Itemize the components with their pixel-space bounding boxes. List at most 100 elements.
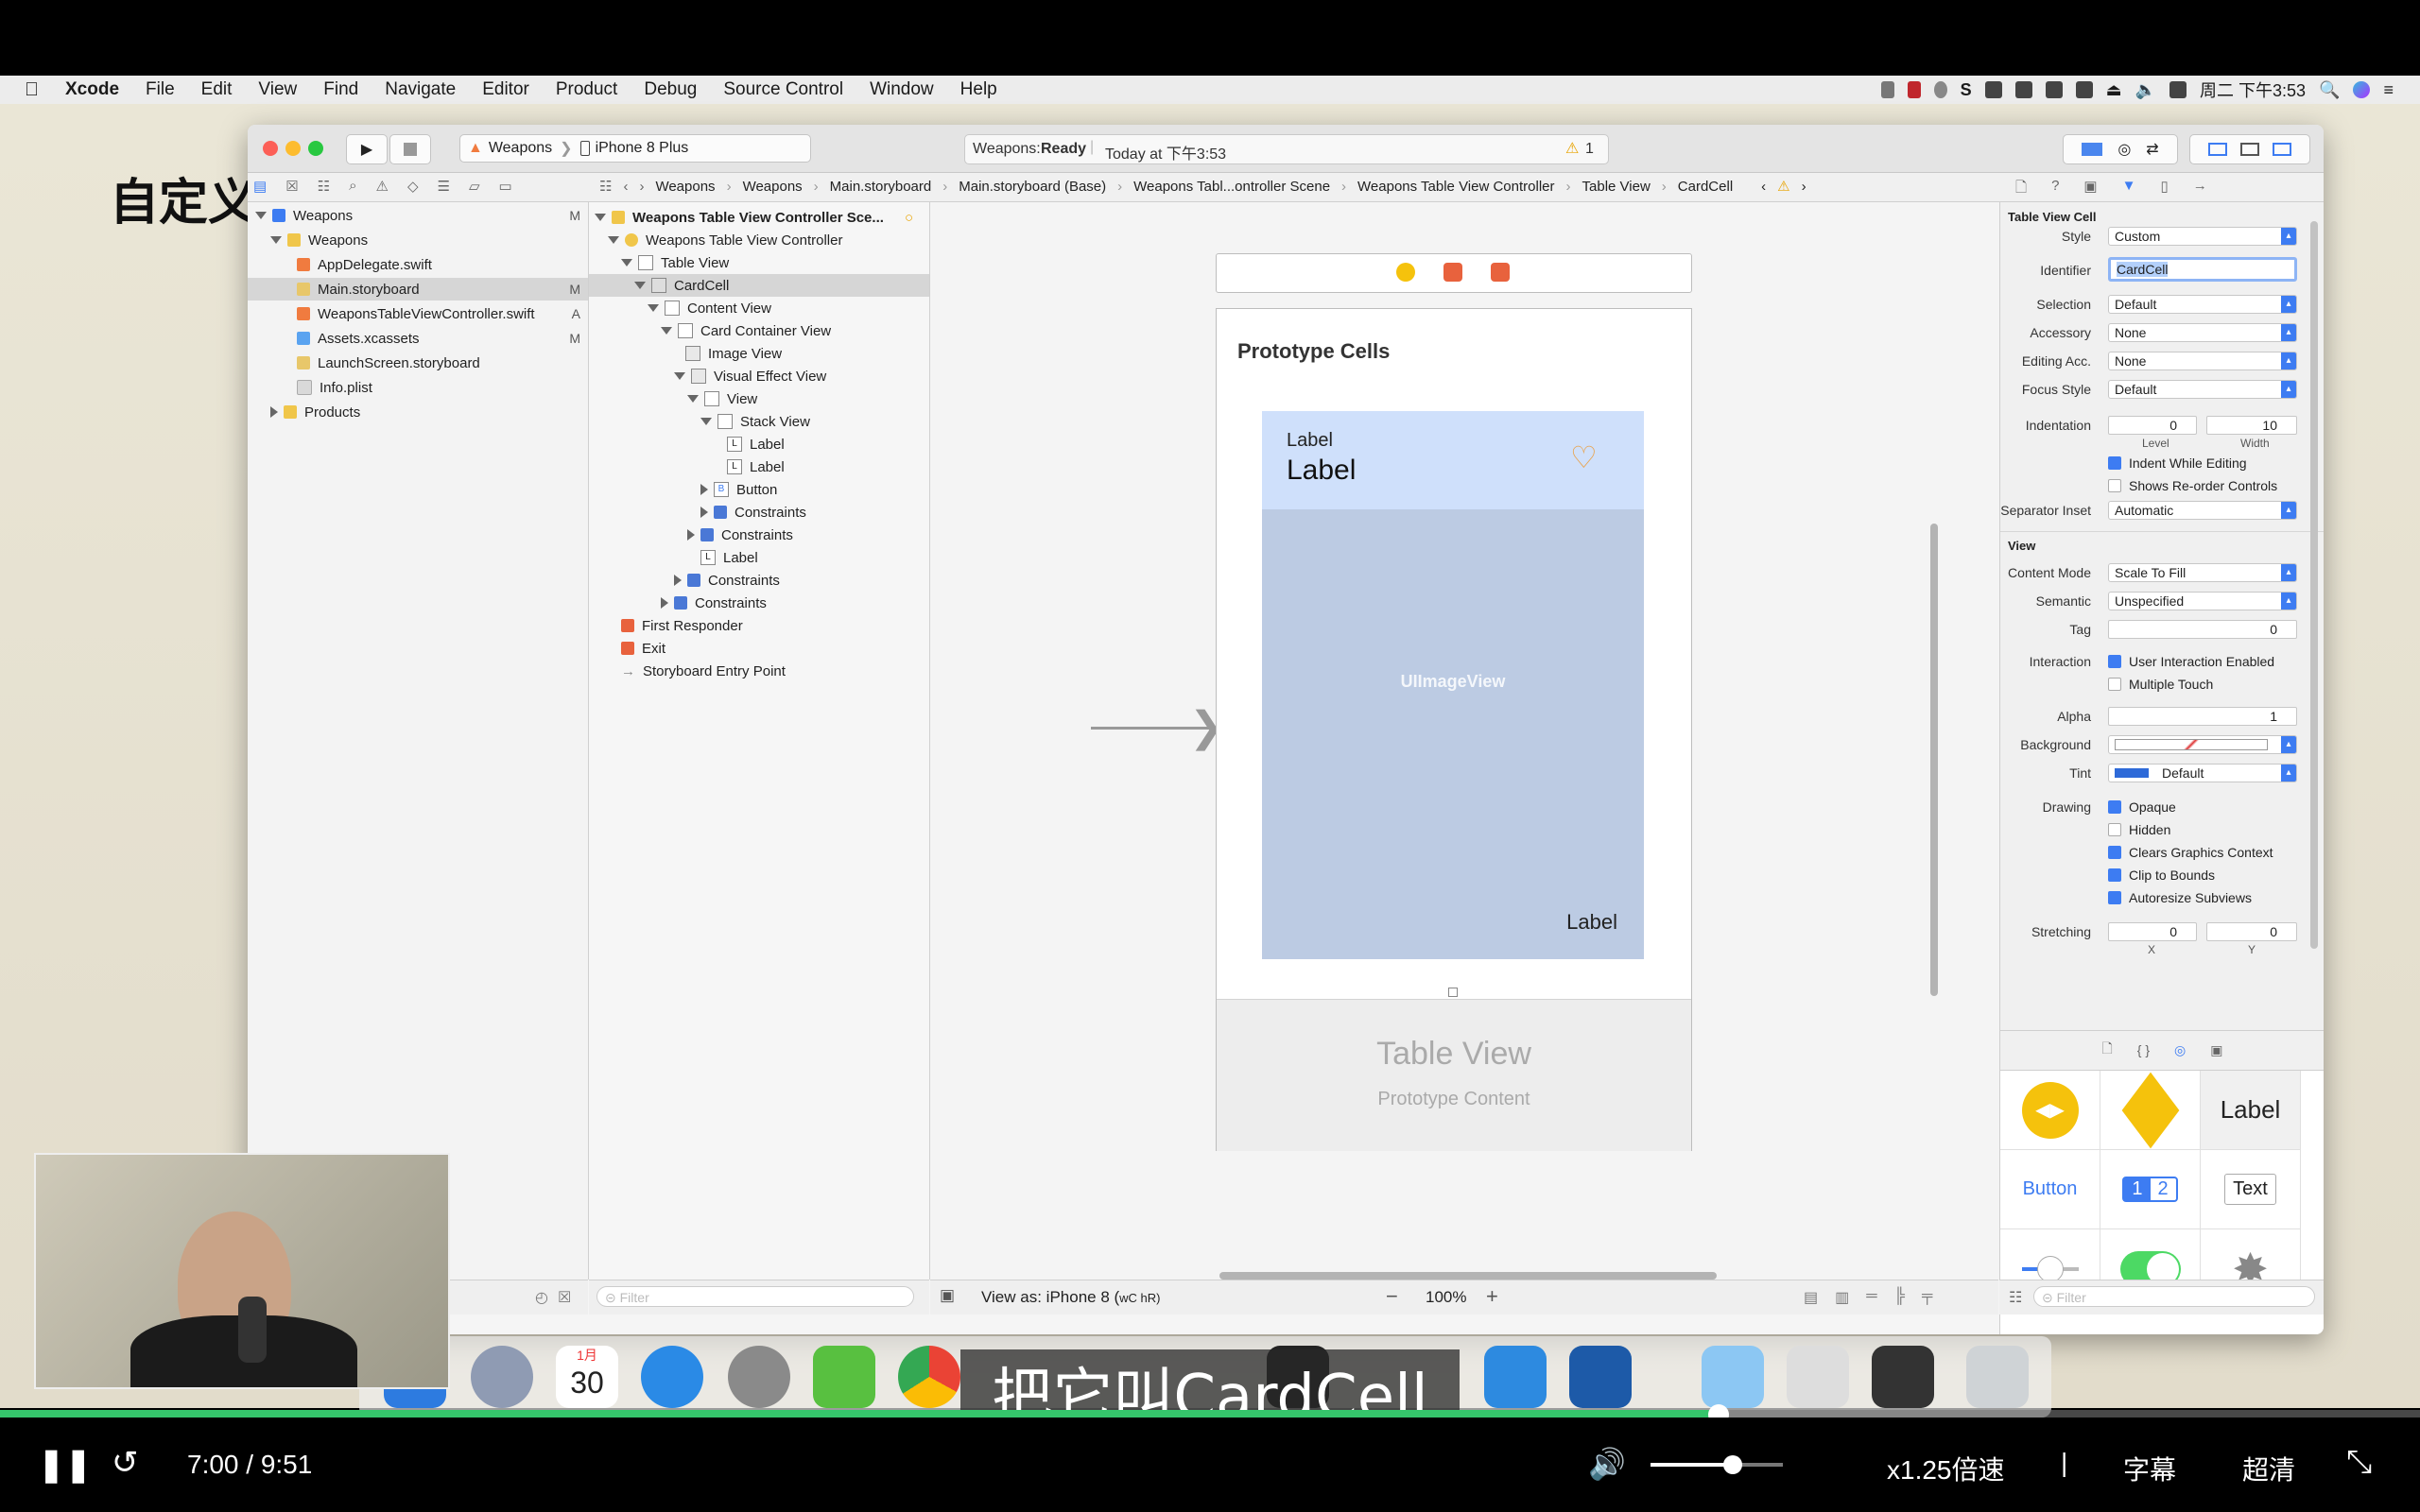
chrome-icon[interactable] [898,1346,960,1408]
menu-view[interactable]: View [258,79,297,100]
safari-icon[interactable] [641,1346,703,1408]
outline-content-view[interactable]: Content View [648,297,771,319]
user-interaction-checkbox[interactable]: User Interaction Enabled [2108,654,2274,669]
outline-constraints[interactable]: Constraints [674,569,780,592]
menu-edit[interactable]: Edit [201,79,233,100]
hidden-checkbox[interactable]: Hidden [2108,822,2170,837]
debug-toggle-icon[interactable] [2240,143,2259,156]
nav-item-group[interactable]: Products [248,401,588,423]
jump-warning-icon[interactable]: ⚠ [1777,178,1789,195]
nav-item-group[interactable]: Weapons [248,229,588,251]
jump-weapons-project[interactable]: Weapons [655,179,715,195]
card-header[interactable]: Label Label ♡ [1262,411,1644,509]
outline-entry-point[interactable]: → Storyboard Entry Point [621,660,786,682]
nav-item-file[interactable]: WeaponsTableViewController.swift A [248,302,588,325]
controller-dock-icon[interactable] [1396,263,1415,282]
toggle-outline-icon[interactable]: ▣ [940,1286,955,1305]
disclosure-icon[interactable] [621,259,632,266]
close-window-icon[interactable] [263,141,278,156]
clip-to-bounds-checkbox[interactable]: Clip to Bounds [2108,868,2215,883]
debug-navigator-icon[interactable]: ☰ [438,178,450,195]
xcode-icon[interactable] [1484,1346,1547,1408]
menu-file[interactable]: File [146,79,175,100]
file-template-icon[interactable]: 🗋 [2102,1039,2113,1061]
disclosure-icon[interactable] [270,236,282,244]
autoresize-subviews-checkbox[interactable]: Autoresize Subviews [2108,890,2252,905]
disclosure-icon[interactable] [661,597,668,609]
outline-button[interactable]: B Button [700,478,777,501]
report-navigator-icon[interactable]: ▭ [499,178,512,195]
eject-icon[interactable]: ⏏ [2106,80,2122,100]
indent-while-editing-checkbox[interactable]: Indent While Editing [2108,455,2247,471]
storyboard-canvas[interactable]: ❯ Prototype Cells Label Label ♡ UIImageV… [930,202,1998,1280]
playback-speed-button[interactable]: x1.25倍速 [1887,1450,2005,1487]
identity-inspector-icon[interactable]: ▣ [2083,178,2097,201]
library-filter-input[interactable]: ⊝ Filter [2033,1286,2315,1307]
alpha-stepper[interactable]: 1 [2108,707,2297,726]
volume-icon[interactable]: 🔊 [1588,1446,1626,1482]
heart-icon[interactable]: ♡ [1570,439,1598,475]
library-media-player[interactable]: ◀▶ [2000,1071,2100,1150]
find-navigator-icon[interactable]: ⌕ [349,178,356,195]
card-subtitle-label[interactable]: Label [1287,430,1333,452]
related-items-icon[interactable]: ☷ [599,178,612,195]
test-navigator-icon[interactable]: ◇ [407,178,419,195]
jump-table-view[interactable]: Table View [1582,179,1651,195]
disclosure-icon[interactable] [595,214,606,221]
menu-product[interactable]: Product [556,79,617,100]
pause-icon[interactable]: ❚❚ [38,1446,92,1484]
scheme-selector[interactable]: ▲ Weapons ❯ iPhone 8 Plus [459,134,811,163]
siri-icon[interactable] [2353,81,2371,98]
menu-find[interactable]: Find [323,79,358,100]
outline-table-view[interactable]: Table View [621,251,729,274]
disclosure-icon[interactable] [687,395,699,403]
nav-item-file[interactable]: AppDelegate.swift [248,253,588,276]
source-control-navigator-icon[interactable]: ☒ [285,178,298,195]
stop-button[interactable] [389,134,431,164]
card-image-view[interactable]: UIImageView Label [1262,509,1644,959]
input-method-icon[interactable] [2169,81,2187,98]
outline-view[interactable]: View [687,387,757,410]
subtitles-button[interactable]: 字幕 [2123,1450,2176,1487]
jump-next-issue-icon[interactable]: › [1802,179,1806,195]
disclosure-icon[interactable] [255,212,267,219]
editor-mode-segment[interactable]: ◎ ⇄ [2063,134,2178,164]
utilities-toggle-icon[interactable] [2273,143,2291,156]
background-color-popup[interactable]: ▴ [2108,735,2297,754]
downloads-folder-icon[interactable] [1702,1346,1764,1408]
semantic-popup[interactable]: Unspecified ▴ [2108,592,2297,610]
screen-stack-icon[interactable] [1872,1346,1934,1408]
document-stack-icon[interactable] [1787,1346,1849,1408]
clears-context-checkbox[interactable]: Clears Graphics Context [2108,845,2273,860]
forward-icon[interactable]: › [639,179,644,195]
separator-inset-popup[interactable]: Automatic ▴ [2108,501,2297,520]
outline-label-1[interactable]: L Label [727,433,785,455]
menubar-clock[interactable]: 周二 下午3:53 [2200,77,2306,102]
file-inspector-icon[interactable]: 🗋 [2015,178,2027,201]
outline-label-2[interactable]: L Label [727,455,785,478]
nav-item-file[interactable]: Assets.xcassets M [248,327,588,350]
horizontal-scrollbar[interactable] [1219,1272,1717,1280]
exit-fullscreen-icon[interactable]: ⤡ [2346,1444,2372,1481]
scm-filter-icon[interactable]: ☒ [558,1288,571,1307]
disclosure-icon[interactable] [270,406,278,418]
wechat-dock-icon[interactable] [813,1346,875,1408]
volume-icon[interactable]: 🔈 [2135,80,2156,100]
outline-constraints[interactable]: Constraints [700,501,806,524]
s-icon[interactable]: S [1961,80,1972,100]
indentation-width-stepper[interactable]: 10 [2206,416,2297,435]
library-label[interactable]: Label [2201,1071,2301,1150]
symbol-navigator-icon[interactable]: ☷ [318,178,330,195]
nav-item-file-selected[interactable]: Main.storyboard M [248,278,588,301]
selection-popup[interactable]: Default ▴ [2108,295,2297,314]
nav-item-project[interactable]: Weapons M [248,204,588,227]
resize-handle[interactable] [1448,988,1458,997]
library-button[interactable]: Button [2000,1150,2100,1229]
disclosure-icon[interactable] [700,418,712,425]
code-snippet-icon[interactable]: { } [2137,1042,2150,1057]
stretching-y-stepper[interactable]: 0 [2206,922,2297,941]
send-icon[interactable] [1880,81,1894,98]
jump-prev-issue-icon[interactable]: ‹ [1761,179,1766,195]
assistant-editor-icon[interactable]: ◎ [2118,140,2131,159]
trash-icon[interactable] [1966,1346,2029,1408]
